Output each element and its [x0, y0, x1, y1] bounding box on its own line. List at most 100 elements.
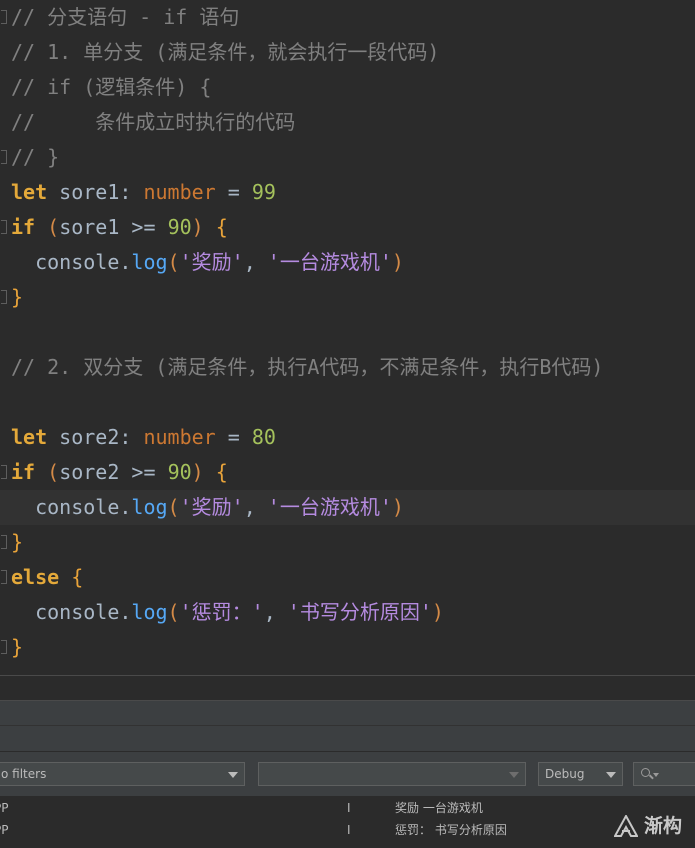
paren: ( — [35, 460, 60, 484]
chevron-down-icon — [653, 773, 659, 777]
paren: ) — [431, 600, 444, 624]
code-text: if (sore2 >= 90) { — [11, 455, 228, 490]
fold-marker-icon[interactable] — [1, 220, 7, 234]
brace: } — [11, 285, 24, 309]
code-line-1: // 分支语句 - if 语句 — [0, 0, 695, 35]
colon: : — [119, 425, 144, 449]
console-object: console. — [11, 600, 132, 624]
log-function: log — [131, 495, 168, 519]
console-object: console. — [11, 250, 132, 274]
assign: = — [215, 425, 252, 449]
log-function: log — [131, 600, 168, 624]
code-line-18: console.log('惩罚：', '书写分析原因') — [0, 595, 695, 630]
log-search-input[interactable] — [633, 762, 695, 786]
paren: ( — [167, 495, 180, 519]
tool-window-header — [0, 700, 695, 726]
paren: ( — [167, 600, 180, 624]
code-line-3: // if (逻辑条件) { — [0, 70, 695, 105]
log-app: PP — [0, 823, 9, 837]
comment: // if (逻辑条件) { — [11, 75, 212, 99]
string-literal: '书写分析原因' — [287, 600, 432, 624]
code-line-4: // 条件成立时执行的代码 — [0, 105, 695, 140]
comment: // 2. 双分支 (满足条件，执行A代码，不满足条件，执行B代码) — [11, 355, 604, 379]
code-text: console.log('奖励', '一台游戏机') — [11, 490, 404, 525]
log-level-dropdown[interactable]: Debug — [538, 762, 623, 786]
fold-marker-icon[interactable] — [1, 535, 7, 549]
chevron-down-icon — [228, 772, 238, 778]
brace: } — [11, 530, 24, 554]
brace: { — [215, 215, 228, 239]
comma: , — [263, 600, 288, 624]
comma: , — [243, 495, 268, 519]
fold-marker-icon[interactable] — [1, 465, 7, 479]
log-output: PP I 奖励 一台游戏机 PP I 惩罚： 书写分析原因 — [0, 796, 695, 848]
paren: ) — [191, 460, 216, 484]
comment: // 1. 单分支 (满足条件，就会执行一段代码) — [11, 40, 440, 64]
identifier: sore1 — [47, 180, 120, 204]
editor-footer — [0, 676, 695, 700]
fold-marker-icon[interactable] — [1, 640, 7, 654]
colon: : — [119, 180, 144, 204]
string-literal: '奖励' — [179, 495, 244, 519]
number-literal: 80 — [251, 425, 276, 449]
comment: // } — [11, 145, 60, 169]
log-function: log — [131, 250, 168, 274]
console-object: console. — [11, 495, 132, 519]
log-level-label: Debug — [545, 767, 585, 781]
fold-marker-icon[interactable] — [1, 150, 7, 164]
paren: ) — [191, 215, 216, 239]
code-line-6: let sore1: number = 99 — [0, 175, 695, 210]
keyword-if: if — [11, 215, 36, 239]
code-line-13: let sore2: number = 80 — [0, 420, 695, 455]
comment: // 条件成立时执行的代码 — [11, 110, 296, 134]
keyword-if: if — [11, 460, 36, 484]
keyword-else: else — [11, 565, 60, 589]
code-text: console.log('奖励', '一台游戏机') — [11, 245, 404, 280]
log-level: I — [347, 801, 351, 815]
code-text: let sore1: number = 99 — [11, 175, 276, 210]
paren: ( — [35, 215, 60, 239]
code-text: if (sore1 >= 90) { — [11, 210, 228, 245]
paren: ) — [391, 495, 404, 519]
keyword-let: let — [11, 425, 48, 449]
log-row[interactable]: PP I 惩罚： 书写分析原因 — [0, 819, 695, 841]
number-literal: 90 — [167, 215, 192, 239]
fold-marker-icon[interactable] — [1, 290, 7, 304]
code-line-19: } — [0, 630, 695, 665]
filters-dropdown-label: o filters — [1, 767, 47, 781]
brace: } — [11, 635, 24, 659]
identifier: sore2 — [47, 425, 120, 449]
string-literal: '惩罚：' — [179, 600, 264, 624]
comma: , — [243, 250, 268, 274]
condition: sore2 >= — [59, 460, 168, 484]
number-literal: 90 — [167, 460, 192, 484]
tool-window-tabs — [0, 726, 695, 752]
type-annotation: number — [143, 180, 216, 204]
code-text: else { — [11, 560, 83, 595]
log-level: I — [347, 823, 351, 837]
log-message: 惩罚： 书写分析原因 — [395, 823, 507, 837]
brace: { — [215, 460, 228, 484]
string-literal: '一台游戏机' — [267, 495, 392, 519]
log-message: 奖励 一台游戏机 — [395, 801, 483, 815]
code-line-5: // } — [0, 140, 695, 175]
logcat-toolbar: o filters Debug — [0, 752, 695, 796]
code-editor[interactable]: // 分支语句 - if 语句 // 1. 单分支 (满足条件，就会执行一段代码… — [0, 0, 695, 675]
code-line-16: } — [0, 525, 695, 560]
code-line-7: if (sore1 >= 90) { — [0, 210, 695, 245]
number-literal: 99 — [251, 180, 276, 204]
fold-marker-icon[interactable] — [1, 570, 7, 584]
code-line-2: // 1. 单分支 (满足条件，就会执行一段代码) — [0, 35, 695, 70]
log-row[interactable]: PP I 奖励 一台游戏机 — [0, 797, 695, 819]
code-text: console.log('惩罚：', '书写分析原因') — [11, 595, 444, 630]
code-line-9: } — [0, 280, 695, 315]
paren: ) — [391, 250, 404, 274]
chevron-down-icon — [509, 772, 519, 778]
code-line-15-current: console.log('奖励', '一台游戏机') — [0, 490, 695, 525]
keyword-let: let — [11, 180, 48, 204]
process-dropdown[interactable] — [258, 762, 526, 786]
condition: sore1 >= — [59, 215, 168, 239]
filters-dropdown[interactable]: o filters — [0, 762, 245, 786]
fold-marker-icon[interactable] — [1, 10, 7, 24]
chevron-down-icon — [606, 772, 616, 778]
